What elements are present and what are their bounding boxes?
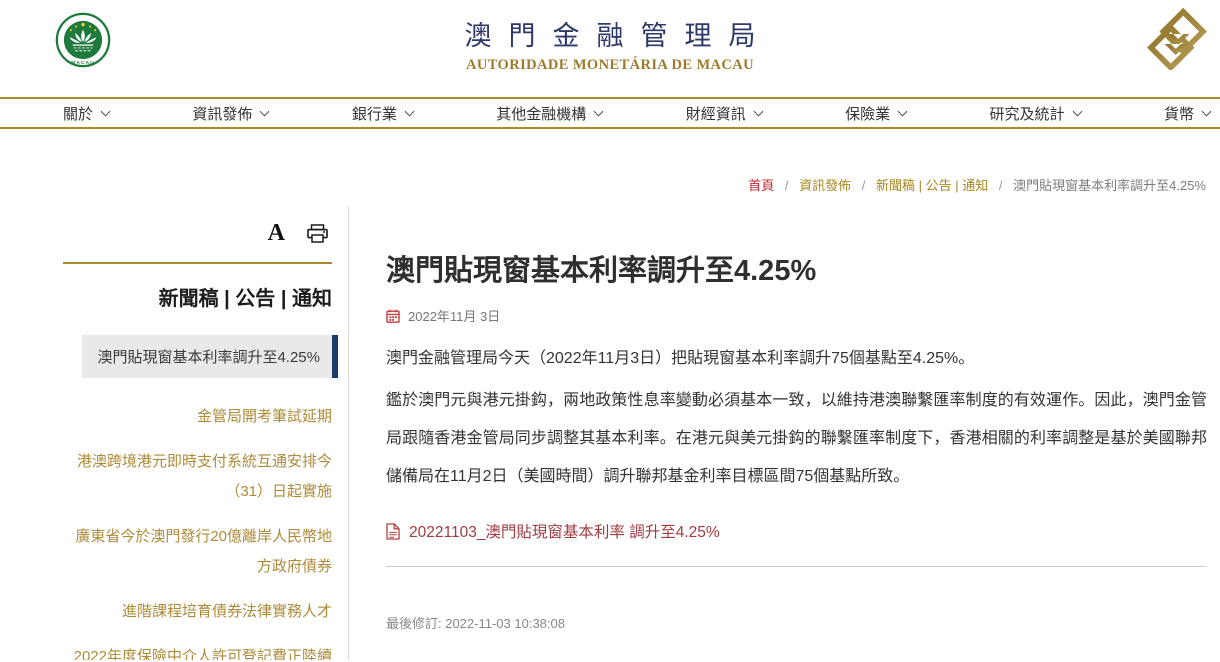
- sidebar-gold-rule: [63, 262, 332, 264]
- nav-item-currency[interactable]: 貨幣: [1164, 103, 1210, 124]
- chevron-down-icon: [898, 107, 908, 117]
- breadcrumb-separator: /: [862, 178, 866, 193]
- sidebar-links: 金管局開考筆試延期 港澳跨境港元即時支付系統互通安排今（31）日起實施 廣東省今…: [68, 402, 348, 660]
- chevron-down-icon: [753, 107, 763, 117]
- amcm-diamond-logo-icon[interactable]: [1146, 8, 1208, 70]
- nav-item-label: 資訊發佈: [192, 103, 252, 124]
- sidebar-item-active[interactable]: 澳門貼現窗基本利率調升至4.25%: [82, 335, 338, 378]
- sidebar-tools: A: [68, 220, 348, 246]
- chevron-down-icon: [1202, 107, 1212, 117]
- nav-item-other-financial-institutions[interactable]: 其他金融機構: [496, 103, 602, 124]
- nav-item-label: 財經資訊: [686, 103, 746, 124]
- article-body: 澳門金融管理局今天（2022年11月3日）把貼現窗基本利率調升75個基點至4.2…: [386, 340, 1207, 496]
- sidebar-item-hkd-payment-system[interactable]: 港澳跨境港元即時支付系統互通安排今（31）日起實施: [68, 447, 332, 507]
- article-paragraph: 鑑於澳門元與港元掛鈎，兩地政策性息率變動必須基本一致，以維持港澳聯繫匯率制度的有…: [386, 382, 1207, 496]
- nav-item-financial-info[interactable]: 財經資訊: [686, 103, 762, 124]
- breadcrumb-home-link[interactable]: 首頁: [748, 178, 774, 193]
- content-area: A 新聞稿 | 公告 | 通知 澳門貼現窗基本利率調升至4.25% 金管局開考筆…: [0, 206, 1220, 660]
- last-modified: 最後修訂: 2022-11-03 10:38:08: [386, 613, 1207, 632]
- article: 澳門貼現窗基本利率調升至4.25% 2022年11月 3日 澳門金融管理局今天（…: [349, 206, 1220, 660]
- article-title: 澳門貼現窗基本利率調升至4.25%: [386, 251, 1207, 291]
- nav-item-label: 研究及統計: [990, 103, 1065, 124]
- nav-item-news-release[interactable]: 資訊發佈: [192, 103, 268, 124]
- chevron-down-icon: [1072, 107, 1082, 117]
- breadcrumb-press-notice-link[interactable]: 新聞稿 | 公告 | 通知: [876, 178, 988, 193]
- nav-item-label: 保險業: [845, 103, 890, 124]
- attachment-row: 20221103_澳門貼現窗基本利率 調升至4.25%: [386, 520, 1207, 542]
- print-icon[interactable]: [307, 224, 328, 243]
- chevron-down-icon: [404, 107, 414, 117]
- main-nav: 關於 資訊發佈 銀行業 其他金融機構 財經資訊 保險業 研究及統計 貨幣: [0, 97, 1220, 129]
- print-icon-svg: [307, 224, 328, 243]
- nav-item-label: 貨幣: [1164, 103, 1194, 124]
- site-title-chinese: 澳門金融管理局: [0, 14, 1220, 53]
- nav-item-label: 銀行業: [352, 103, 397, 124]
- nav-item-label: 關於: [63, 103, 93, 124]
- chevron-down-icon: [101, 107, 111, 117]
- breadcrumb: 首頁 / 資訊發佈 / 新聞稿 | 公告 | 通知 / 澳門貼現窗基本利率調升至…: [0, 175, 1206, 194]
- page: MACAU 澳門金融管理局 AUTORIDADE MONETÁRIA DE MA…: [0, 0, 1220, 662]
- article-paragraph: 澳門金融管理局今天（2022年11月3日）把貼現窗基本利率調升75個基點至4.2…: [386, 340, 1207, 378]
- nav-item-banking[interactable]: 銀行業: [352, 103, 413, 124]
- sidebar-item-bond-law-course[interactable]: 進階課程培育債券法律實務人才: [68, 597, 332, 627]
- article-date-row: 2022年11月 3日: [386, 306, 1207, 325]
- sidebar-item-exam-postponed[interactable]: 金管局開考筆試延期: [68, 402, 332, 432]
- amcm-logo-svg: [1146, 8, 1208, 70]
- sidebar: A 新聞稿 | 公告 | 通知 澳門貼現窗基本利率調升至4.25% 金管局開考筆…: [68, 206, 349, 660]
- pdf-icon: [386, 523, 400, 540]
- sidebar-heading: 新聞稿 | 公告 | 通知: [68, 286, 348, 312]
- nav-item-research-statistics[interactable]: 研究及統計: [990, 103, 1081, 124]
- article-date: 2022年11月 3日: [408, 306, 500, 325]
- nav-item-label: 其他金融機構: [496, 103, 586, 124]
- site-title-block: 澳門金融管理局 AUTORIDADE MONETÁRIA DE MACAU: [0, 14, 1220, 74]
- nav-item-about[interactable]: 關於: [63, 103, 109, 124]
- sidebar-item-insurance-fee-refund[interactable]: 2022年度保險中介人許可登記費正陸續退回: [68, 642, 332, 660]
- breadcrumb-current-page: 澳門貼現窗基本利率調升至4.25%: [1013, 178, 1206, 193]
- site-title-portuguese: AUTORIDADE MONETÁRIA DE MACAU: [0, 57, 1220, 74]
- article-divider: [386, 566, 1207, 567]
- chevron-down-icon: [594, 107, 604, 117]
- calendar-icon: [386, 309, 400, 323]
- chevron-down-icon: [260, 107, 270, 117]
- breadcrumb-separator: /: [785, 178, 789, 193]
- nav-item-insurance[interactable]: 保險業: [845, 103, 906, 124]
- sidebar-item-guangdong-bonds[interactable]: 廣東省今於澳門發行20億離岸人民幣地方政府債券: [68, 522, 332, 582]
- site-header: MACAU 澳門金融管理局 AUTORIDADE MONETÁRIA DE MA…: [0, 0, 1220, 97]
- font-size-icon[interactable]: A: [268, 221, 285, 245]
- breadcrumb-news-release-link[interactable]: 資訊發佈: [799, 178, 851, 193]
- breadcrumb-separator: /: [999, 178, 1003, 193]
- attachment-pdf-link[interactable]: 20221103_澳門貼現窗基本利率 調升至4.25%: [409, 520, 720, 542]
